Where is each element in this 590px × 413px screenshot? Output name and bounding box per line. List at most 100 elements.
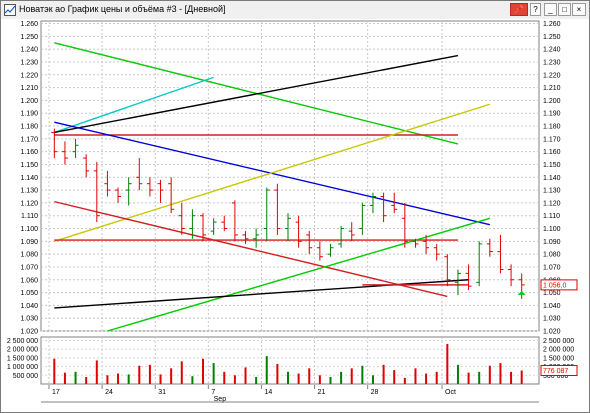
date-tick-label: Oct bbox=[445, 389, 456, 396]
price-tick-label-right: 1.240 bbox=[543, 47, 561, 54]
volume-bar bbox=[287, 371, 289, 384]
price-tick-label-right: 1.160 bbox=[543, 149, 561, 156]
maximize-button[interactable]: □ bbox=[558, 3, 571, 16]
price-tick-label-right: 1.150 bbox=[543, 162, 561, 169]
price-tick-label-left: 1.050 bbox=[20, 290, 38, 297]
price-tick-label-right: 1.260 bbox=[543, 21, 561, 28]
app-icon bbox=[4, 4, 16, 16]
current-volume-label: 776 087 bbox=[543, 368, 568, 375]
volume-bar bbox=[478, 371, 481, 384]
price-tick-label-left: 1.070 bbox=[20, 264, 38, 271]
date-tick-label: 24 bbox=[105, 389, 113, 396]
current-price-label: 1 056,0 bbox=[543, 282, 566, 289]
volume-bar bbox=[318, 375, 321, 384]
volume-bar bbox=[159, 374, 162, 384]
volume-bar bbox=[382, 364, 385, 384]
volume-bar bbox=[403, 377, 406, 384]
price-tick-label-left: 1.200 bbox=[20, 98, 38, 105]
price-tick-label-left: 1.120 bbox=[20, 200, 38, 207]
volume-bar bbox=[95, 360, 98, 384]
volume-bar bbox=[456, 364, 459, 384]
help-button[interactable]: ? bbox=[530, 3, 541, 16]
volume-bar bbox=[499, 363, 502, 384]
price-tick-label-right: 1.110 bbox=[543, 213, 560, 220]
price-tick-label-left: 1.020 bbox=[20, 329, 38, 336]
price-tick-label-right: 1.250 bbox=[543, 34, 561, 41]
volume-bar bbox=[265, 356, 268, 384]
price-tick-label-left: 1.140 bbox=[20, 175, 38, 182]
volume-bar bbox=[244, 367, 247, 384]
volume-bar bbox=[233, 375, 236, 384]
volume-bar bbox=[202, 358, 205, 384]
price-tick-label-left: 1.260 bbox=[20, 21, 38, 28]
volume-tick-label-right: 2 000 000 bbox=[543, 347, 574, 354]
volume-tick-label-left: 1 500 000 bbox=[7, 355, 38, 362]
volume-tick-label-left: 1 000 000 bbox=[7, 364, 38, 371]
price-tick-label-left: 1.160 bbox=[20, 149, 38, 156]
help-icon: ? bbox=[533, 5, 538, 14]
price-tick-label-right: 1.180 bbox=[543, 124, 561, 131]
price-tick-label-right: 1.080 bbox=[543, 252, 561, 259]
volume-bar bbox=[510, 371, 513, 384]
price-tick-label-right: 1.170 bbox=[543, 136, 561, 143]
volume-bar bbox=[117, 373, 120, 384]
close-icon: × bbox=[576, 5, 582, 14]
price-tick-label-right: 1.190 bbox=[543, 111, 561, 118]
price-tick-label-left: 1.090 bbox=[20, 239, 38, 246]
volume-bar bbox=[74, 371, 77, 384]
volume-bar bbox=[148, 364, 151, 384]
volume-bar bbox=[106, 375, 109, 384]
volume-bar bbox=[435, 371, 438, 384]
date-tick-label: 14 bbox=[264, 389, 272, 396]
date-tick-label: 21 bbox=[318, 389, 326, 396]
volume-bar bbox=[350, 368, 353, 384]
volume-bar bbox=[340, 371, 343, 384]
volume-bar bbox=[138, 365, 141, 384]
price-tick-label-right: 1.120 bbox=[543, 200, 561, 207]
volume-bar bbox=[361, 365, 364, 384]
price-tick-label-left: 1.180 bbox=[20, 124, 38, 131]
close-button[interactable]: × bbox=[572, 3, 586, 16]
price-tick-label-left: 1.240 bbox=[20, 47, 38, 54]
price-tick-label-left: 1.250 bbox=[20, 34, 38, 41]
window-title: Новатэк ао График цены и объёма #3 - [Дн… bbox=[19, 4, 226, 14]
price-tick-label-right: 1.090 bbox=[543, 239, 561, 246]
volume-bar bbox=[446, 343, 449, 384]
chart-area[interactable]: 1.020 1.020 1.030 1.030 1.040 1.040 1.050 1.050… bbox=[1, 19, 589, 412]
price-tick-label-left: 1.040 bbox=[20, 303, 38, 310]
price-tick-label-right: 1.230 bbox=[543, 59, 561, 66]
volume-bar bbox=[371, 375, 374, 384]
volume-bar bbox=[191, 376, 194, 384]
minimize-icon: _ bbox=[548, 5, 553, 14]
price-tick-label-right: 1.100 bbox=[543, 226, 561, 233]
price-tick-label-right: 1.020 bbox=[543, 329, 561, 336]
price-tick-label-left: 1.080 bbox=[20, 252, 38, 259]
price-tick-label-right: 1.130 bbox=[543, 188, 561, 195]
volume-bar bbox=[297, 373, 300, 384]
volume-bar bbox=[467, 372, 470, 384]
price-tick-label-right: 1.050 bbox=[543, 290, 561, 297]
price-tick-label-left: 1.130 bbox=[20, 188, 38, 195]
volume-tick-label-left: 2 000 000 bbox=[7, 347, 38, 354]
minimize-button[interactable]: _ bbox=[544, 3, 557, 16]
month-label: Sep bbox=[214, 396, 227, 403]
volume-bar bbox=[414, 368, 417, 384]
pin-button[interactable]: 📌 bbox=[510, 3, 528, 16]
price-tick-label-left: 1.100 bbox=[20, 226, 38, 233]
title-bar[interactable]: Новатэк ао График цены и объёма #3 - [Дн… bbox=[1, 1, 589, 20]
volume-bar bbox=[127, 374, 130, 384]
date-tick-label: 7 bbox=[211, 389, 215, 396]
price-tick-label-left: 1.110 bbox=[21, 213, 38, 220]
price-volume-chart[interactable]: 1.020 1.020 1.030 1.030 1.040 1.040 1.050 1.050… bbox=[1, 19, 589, 412]
price-tick-label-left: 1.030 bbox=[20, 316, 38, 323]
price-tick-label-left: 1.210 bbox=[20, 85, 38, 92]
volume-bar bbox=[520, 370, 523, 384]
volume-bar bbox=[212, 363, 215, 384]
volume-bar bbox=[393, 370, 396, 384]
volume-bar bbox=[63, 372, 66, 384]
price-tick-label-left: 1.220 bbox=[20, 72, 38, 79]
price-tick-label-right: 1.210 bbox=[543, 85, 561, 92]
volume-tick-label-right: 2 500 000 bbox=[543, 338, 574, 345]
volume-tick-label-left: 500 000 bbox=[13, 373, 38, 380]
price-tick-label-left: 1.150 bbox=[20, 162, 38, 169]
